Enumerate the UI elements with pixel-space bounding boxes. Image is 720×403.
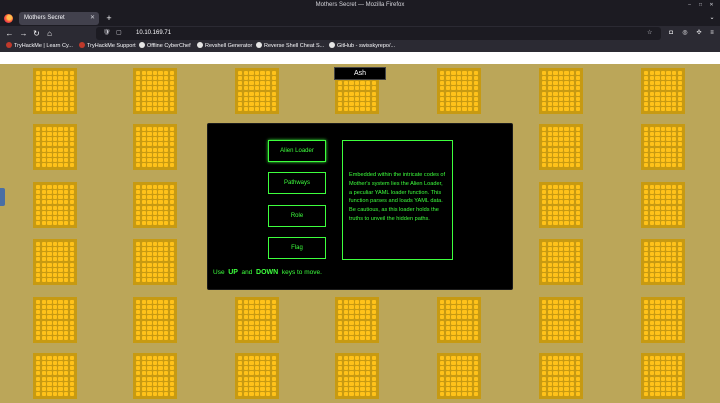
tab-mothers-secret[interactable]: Mothers Secret ✕ bbox=[19, 12, 99, 25]
background-panel bbox=[437, 297, 481, 343]
background-panel bbox=[335, 353, 379, 399]
menu-alien-loader-button[interactable]: Alien Loader bbox=[268, 140, 326, 162]
bookmark-favicon-icon bbox=[329, 42, 335, 48]
bookmark-favicon-icon bbox=[6, 42, 12, 48]
firefox-icon[interactable] bbox=[4, 14, 13, 23]
bookmark-tryhackme-support[interactable]: TryHackMe Support bbox=[79, 41, 136, 52]
bookmark-label: Reverse Shell Cheat S... bbox=[264, 43, 325, 49]
hint-suffix: keys to move. bbox=[281, 269, 322, 276]
background-panel bbox=[33, 68, 77, 114]
background-panel bbox=[641, 124, 685, 170]
minimize-icon[interactable]: – bbox=[686, 2, 693, 9]
background-panel bbox=[235, 297, 279, 343]
page-info-icon[interactable]: ▢ bbox=[116, 27, 122, 40]
background-panel bbox=[539, 182, 583, 228]
close-tab-icon[interactable]: ✕ bbox=[90, 12, 95, 25]
menu-icon[interactable]: ≡ bbox=[707, 27, 717, 40]
extensions-puzzle-icon[interactable]: ✣ bbox=[694, 27, 704, 40]
description-panel: Embedded within the intricate codes of M… bbox=[342, 140, 453, 260]
background-panel bbox=[335, 297, 379, 343]
background-panel bbox=[641, 353, 685, 399]
background-panel bbox=[539, 239, 583, 285]
background-panel bbox=[539, 68, 583, 114]
background-panel bbox=[235, 68, 279, 114]
extension-icon[interactable]: ◎ bbox=[680, 27, 690, 40]
hint-and: and bbox=[241, 269, 253, 276]
bookmark-offline-cyberchef[interactable]: Offline CyberChef bbox=[139, 41, 191, 52]
terminal-window: Alien Loader Pathways Role Flag Embedded… bbox=[207, 123, 513, 290]
navigation-hint: Use UP and DOWN keys to move. bbox=[213, 269, 322, 276]
bookmark-revshell-generator[interactable]: Revshell Generator bbox=[197, 41, 252, 52]
back-button[interactable]: ← bbox=[4, 27, 15, 40]
list-all-tabs-icon[interactable]: ⌄ bbox=[707, 12, 717, 25]
reload-button[interactable]: ↻ bbox=[31, 27, 42, 40]
background-panel bbox=[33, 239, 77, 285]
url-text[interactable]: 10.10.169.71 bbox=[136, 27, 171, 40]
bookmark-favicon-icon bbox=[197, 42, 203, 48]
background-panel bbox=[539, 353, 583, 399]
background-panel bbox=[33, 297, 77, 343]
new-tab-button[interactable]: + bbox=[104, 12, 114, 25]
home-button[interactable]: ⌂ bbox=[44, 27, 55, 40]
hint-key-down: DOWN bbox=[256, 269, 279, 276]
bookmark-label: TryHackMe | Learn Cy... bbox=[14, 43, 73, 49]
background-panel bbox=[33, 182, 77, 228]
background-panel bbox=[641, 239, 685, 285]
forward-button[interactable]: → bbox=[18, 27, 29, 40]
bookmark-tryhackme-learn[interactable]: TryHackMe | Learn Cy... bbox=[6, 41, 73, 52]
bookmark-label: GitHub - swisskyrepo/... bbox=[337, 43, 396, 49]
bookmark-label: Offline CyberChef bbox=[147, 43, 191, 49]
page-top-strip bbox=[0, 52, 720, 64]
hint-key-up: UP bbox=[228, 269, 238, 276]
address-bar[interactable]: 🛡 ▢ 10.10.169.71 ☆ bbox=[96, 27, 661, 40]
window-titlebar: Mothers Secret — Mozilla Firefox – □ ✕ bbox=[0, 0, 720, 11]
name-label: Ash bbox=[334, 67, 386, 80]
bookmark-favicon-icon bbox=[256, 42, 262, 48]
bookmark-reverse-shell-cheat[interactable]: Reverse Shell Cheat S... bbox=[256, 41, 324, 52]
description-text: Embedded within the intricate codes of M… bbox=[349, 172, 446, 222]
background-panel bbox=[437, 68, 481, 114]
tab-title: Mothers Secret bbox=[24, 15, 65, 21]
background-panel bbox=[33, 353, 77, 399]
maximize-icon[interactable]: □ bbox=[697, 2, 704, 9]
background-panel bbox=[539, 124, 583, 170]
sidebar-handle[interactable] bbox=[0, 188, 5, 206]
background-panel bbox=[133, 239, 177, 285]
window-title: Mothers Secret — Mozilla Firefox bbox=[315, 2, 405, 8]
background-panel bbox=[539, 297, 583, 343]
background-panel bbox=[235, 353, 279, 399]
background-panel bbox=[437, 353, 481, 399]
page-content: Ash Alien Loader Pathways Role Flag Embe… bbox=[0, 52, 720, 403]
background-panel bbox=[33, 124, 77, 170]
background-panel bbox=[641, 297, 685, 343]
shield-icon[interactable]: 🛡 bbox=[103, 27, 111, 40]
bookmark-favicon-icon bbox=[79, 42, 85, 48]
background-panel bbox=[133, 68, 177, 114]
bookmark-star-icon[interactable]: ☆ bbox=[647, 27, 652, 40]
menu-role-button[interactable]: Role bbox=[268, 205, 326, 227]
background-panel bbox=[641, 182, 685, 228]
close-window-icon[interactable]: ✕ bbox=[708, 2, 715, 9]
background-panel bbox=[133, 353, 177, 399]
hint-prefix: Use bbox=[213, 269, 225, 276]
bookmark-label: TryHackMe Support bbox=[87, 43, 136, 49]
background-panel bbox=[133, 124, 177, 170]
bookmark-favicon-icon bbox=[139, 42, 145, 48]
bookmark-github-swisskyrepo[interactable]: GitHub - swisskyrepo/... bbox=[329, 41, 395, 52]
background-panel bbox=[133, 297, 177, 343]
pocket-icon[interactable]: ◘ bbox=[666, 27, 676, 40]
menu-flag-button[interactable]: Flag bbox=[268, 237, 326, 259]
menu-pathways-button[interactable]: Pathways bbox=[268, 172, 326, 194]
bookmark-label: Revshell Generator bbox=[205, 43, 253, 49]
background-panel bbox=[133, 182, 177, 228]
background-panel bbox=[641, 68, 685, 114]
